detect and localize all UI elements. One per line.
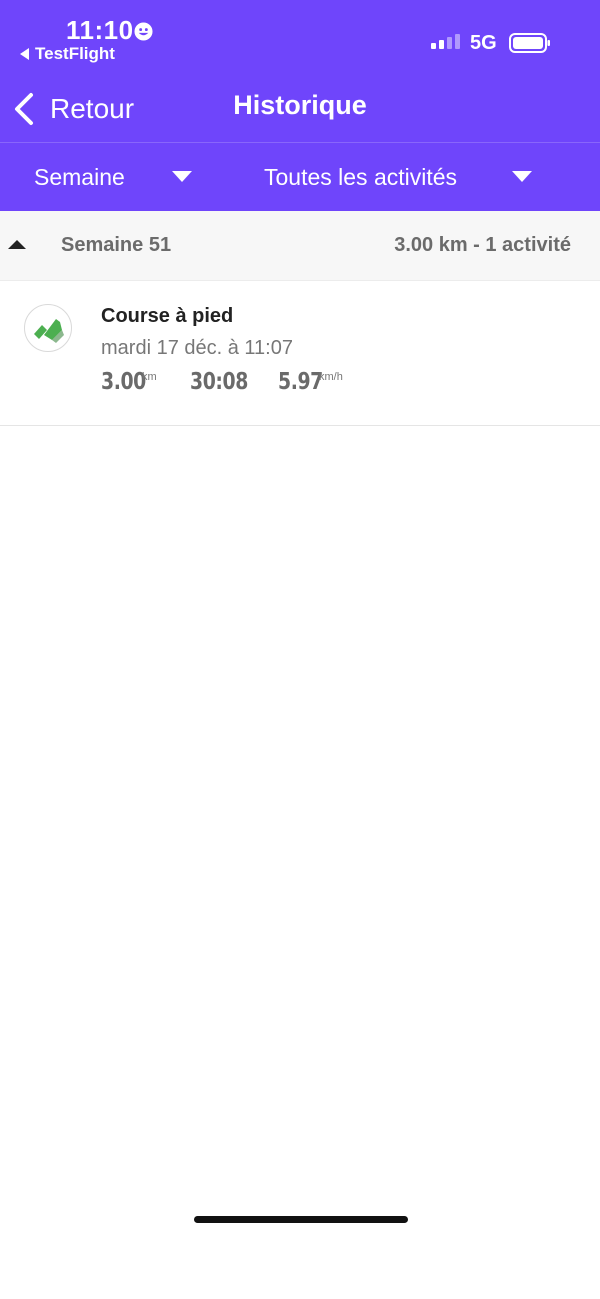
period-filter-dropdown[interactable]: Semaine bbox=[34, 160, 125, 194]
activity-filter-dropdown[interactable]: Toutes les activités bbox=[264, 160, 457, 194]
activity-list-item[interactable] bbox=[0, 281, 600, 426]
back-app-label: TestFlight bbox=[35, 44, 115, 63]
status-time: 11:10 bbox=[66, 15, 134, 45]
activity-date: mardi 17 déc. à 11:07 bbox=[101, 337, 293, 359]
screen: 11:10 TestFlight 5G Retour Historique Se… bbox=[0, 0, 600, 1299]
network-type: 5G bbox=[470, 32, 497, 54]
back-triangle-icon bbox=[20, 48, 29, 60]
battery-icon bbox=[509, 33, 550, 53]
activity-distance: 3.00 bbox=[101, 369, 146, 395]
week-summary: 3.00 km - 1 activité bbox=[394, 234, 571, 256]
week-label: Semaine 51 bbox=[61, 234, 172, 256]
activity-title: Course à pied bbox=[101, 305, 234, 327]
activity-duration: 30:08 bbox=[190, 369, 248, 395]
home-indicator[interactable] bbox=[194, 1216, 408, 1223]
chevron-down-icon[interactable] bbox=[512, 171, 532, 182]
back-to-testflight[interactable]: TestFlight bbox=[20, 44, 115, 64]
speed-unit: km/h bbox=[319, 371, 343, 383]
cellular-signal-icon bbox=[431, 34, 460, 49]
collapse-caret-icon[interactable] bbox=[8, 240, 26, 249]
chevron-down-icon[interactable] bbox=[172, 171, 192, 182]
activity-filter-label: Toutes les activités bbox=[264, 163, 458, 190]
smiley-icon bbox=[134, 22, 153, 41]
activity-speed: 5.97 bbox=[278, 369, 323, 395]
period-filter-label: Semaine bbox=[34, 163, 125, 190]
page-title: Historique bbox=[233, 90, 367, 120]
distance-unit: km bbox=[142, 371, 157, 383]
header-divider bbox=[0, 142, 600, 143]
running-shoe-icon bbox=[24, 304, 72, 352]
